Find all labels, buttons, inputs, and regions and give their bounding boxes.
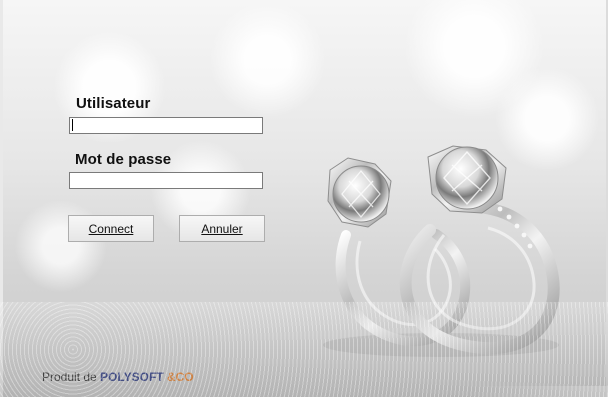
- password-label: Mot de passe: [75, 151, 172, 168]
- username-label: Utilisateur: [76, 95, 151, 112]
- right-ring: [399, 145, 560, 355]
- company-suffix: &CO: [166, 370, 194, 384]
- bottom-taskbar-fragment: [470, 386, 608, 397]
- brand-name: POLYSOFT: [100, 370, 164, 384]
- text-caret: [72, 119, 73, 131]
- product-credit: Produit de POLYSOFT &CO: [42, 370, 194, 384]
- diamond-rings-image: [323, 145, 560, 357]
- connect-button[interactable]: Connect: [68, 215, 154, 242]
- login-window: Utilisateur Mot de passe Connect Annuler: [0, 0, 608, 397]
- username-input[interactable]: [69, 117, 263, 134]
- footer-prefix: Produit de: [42, 370, 101, 384]
- password-input[interactable]: [69, 172, 263, 189]
- cancel-button[interactable]: Annuler: [179, 215, 265, 242]
- window-left-edge: [0, 0, 3, 397]
